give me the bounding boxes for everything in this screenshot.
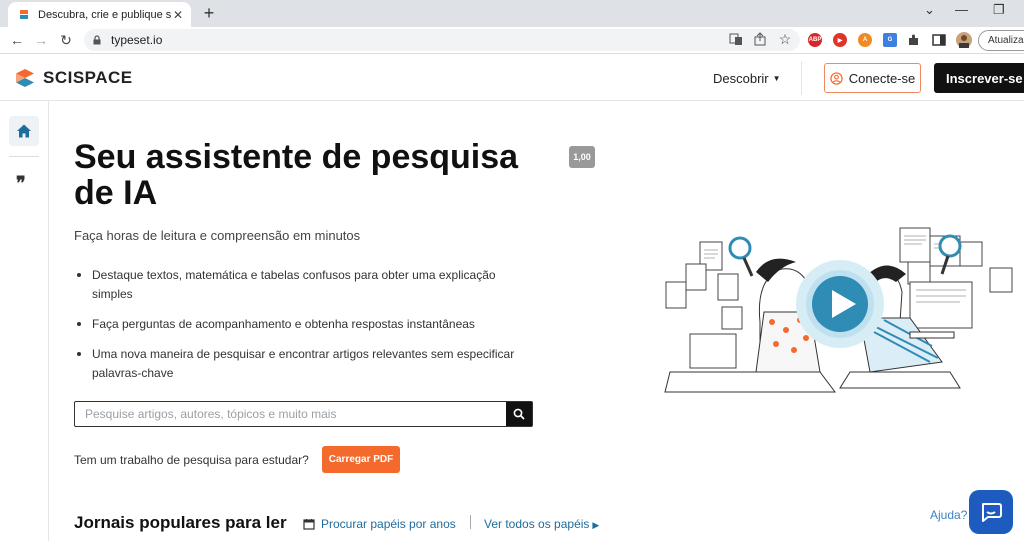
sidebar-divider bbox=[9, 156, 39, 157]
see-all-label: Ver todos os papéis bbox=[484, 517, 590, 531]
caret-down-icon: ▼ bbox=[772, 74, 781, 83]
home-icon bbox=[17, 124, 31, 138]
profile-avatar-icon[interactable] bbox=[956, 32, 972, 48]
browse-by-year-link[interactable]: Procurar papéis por anos bbox=[303, 517, 456, 531]
restore-icon[interactable]: ❐ bbox=[993, 2, 1005, 18]
scispace-favicon-icon bbox=[20, 9, 28, 19]
version-badge: 1,00 bbox=[569, 146, 595, 168]
extensions-puzzle-icon[interactable] bbox=[907, 33, 921, 47]
feature-item: Destaque textos, matemática e tabelas co… bbox=[74, 266, 534, 304]
address-bar[interactable]: typeset.io bbox=[84, 29, 800, 51]
browser-tab[interactable]: Descubra, crie e publique seu tra ✕ bbox=[8, 2, 191, 27]
tab-search-icon[interactable]: ⌄ bbox=[924, 2, 935, 18]
search-icon bbox=[513, 408, 525, 420]
scispace-logo[interactable]: SCISPACE bbox=[15, 68, 133, 88]
browser-tabbar: Descubra, crie e publique seu tra ✕ + ⌄ … bbox=[0, 0, 1024, 27]
new-tab-icon[interactable]: + bbox=[200, 3, 218, 24]
minimize-icon[interactable]: — bbox=[955, 2, 968, 17]
side-panel-icon[interactable] bbox=[932, 33, 946, 47]
tab-title: Descubra, crie e publique seu tra bbox=[38, 8, 171, 21]
video-downloader-icon[interactable]: ▶ bbox=[833, 33, 847, 47]
extension-orange-icon[interactable]: A bbox=[858, 33, 872, 47]
chat-widget-button[interactable] bbox=[969, 490, 1013, 534]
browser-toolbar: ← → ↻ typeset.io ☆ ABP ▶ A G Atualizar bbox=[0, 27, 1024, 54]
hero-title: Seu assistente de pesquisa de IA bbox=[74, 138, 519, 212]
forward-arrow-icon[interactable]: → bbox=[33, 32, 49, 48]
lock-icon bbox=[93, 35, 101, 45]
scispace-logo-icon bbox=[16, 69, 34, 87]
citation-quote-icon[interactable]: ❞ bbox=[16, 173, 26, 194]
header-divider bbox=[801, 61, 802, 95]
calendar-icon bbox=[303, 519, 315, 530]
search-input[interactable] bbox=[75, 402, 506, 426]
help-link[interactable]: Ajuda? bbox=[930, 508, 967, 522]
hero-illustration bbox=[664, 227, 1013, 393]
login-button[interactable]: Conecte-se bbox=[824, 63, 921, 93]
browse-by-year-label: Procurar papéis por anos bbox=[321, 517, 456, 531]
left-sidebar: ❞ bbox=[0, 101, 49, 541]
feature-list: Destaque textos, matemática e tabelas co… bbox=[74, 266, 534, 394]
journals-heading: Jornais populares para ler bbox=[74, 513, 287, 532]
logo-text: SCISPACE bbox=[43, 68, 133, 87]
site-header: SCISPACE Descobrir ▼ Conecte-se Inscrever… bbox=[0, 55, 1024, 101]
discover-menu[interactable]: Descobrir ▼ bbox=[713, 71, 781, 86]
link-divider bbox=[470, 515, 471, 529]
translate-icon[interactable] bbox=[729, 32, 743, 46]
back-arrow-icon[interactable]: ← bbox=[9, 32, 25, 48]
user-circle-icon bbox=[830, 71, 843, 85]
update-button[interactable]: Atualizar bbox=[978, 30, 1024, 51]
chat-bubble-icon bbox=[982, 503, 1002, 522]
discover-label: Descobrir bbox=[713, 71, 769, 86]
see-all-papers-link[interactable]: Ver todos os papéis ▶ bbox=[484, 517, 599, 531]
chevron-right-icon: ▶ bbox=[592, 520, 600, 530]
tab-close-icon[interactable]: ✕ bbox=[171, 8, 185, 22]
adblock-icon[interactable]: ABP bbox=[808, 33, 822, 47]
login-label: Conecte-se bbox=[848, 70, 916, 86]
feature-item: Faça perguntas de acompanhamento e obten… bbox=[74, 315, 534, 334]
search-box bbox=[74, 401, 533, 427]
google-translate-icon[interactable]: G bbox=[883, 33, 897, 47]
reload-icon[interactable]: ↻ bbox=[58, 32, 74, 49]
signup-button[interactable]: Inscrever-se bbox=[934, 63, 1024, 93]
hero-subtitle: Faça horas de leitura e compreensão em m… bbox=[74, 228, 361, 243]
upload-question: Tem um trabalho de pesquisa para estudar… bbox=[74, 453, 309, 467]
share-icon[interactable] bbox=[753, 32, 767, 46]
feature-item: Uma nova maneira de pesquisar e encontra… bbox=[74, 345, 534, 383]
bookmark-star-icon[interactable]: ☆ bbox=[777, 31, 793, 48]
sidebar-item-home[interactable] bbox=[9, 116, 39, 146]
upload-pdf-button[interactable]: Carregar PDF bbox=[322, 446, 400, 473]
url-text: typeset.io bbox=[111, 33, 163, 47]
search-button[interactable] bbox=[506, 402, 532, 426]
